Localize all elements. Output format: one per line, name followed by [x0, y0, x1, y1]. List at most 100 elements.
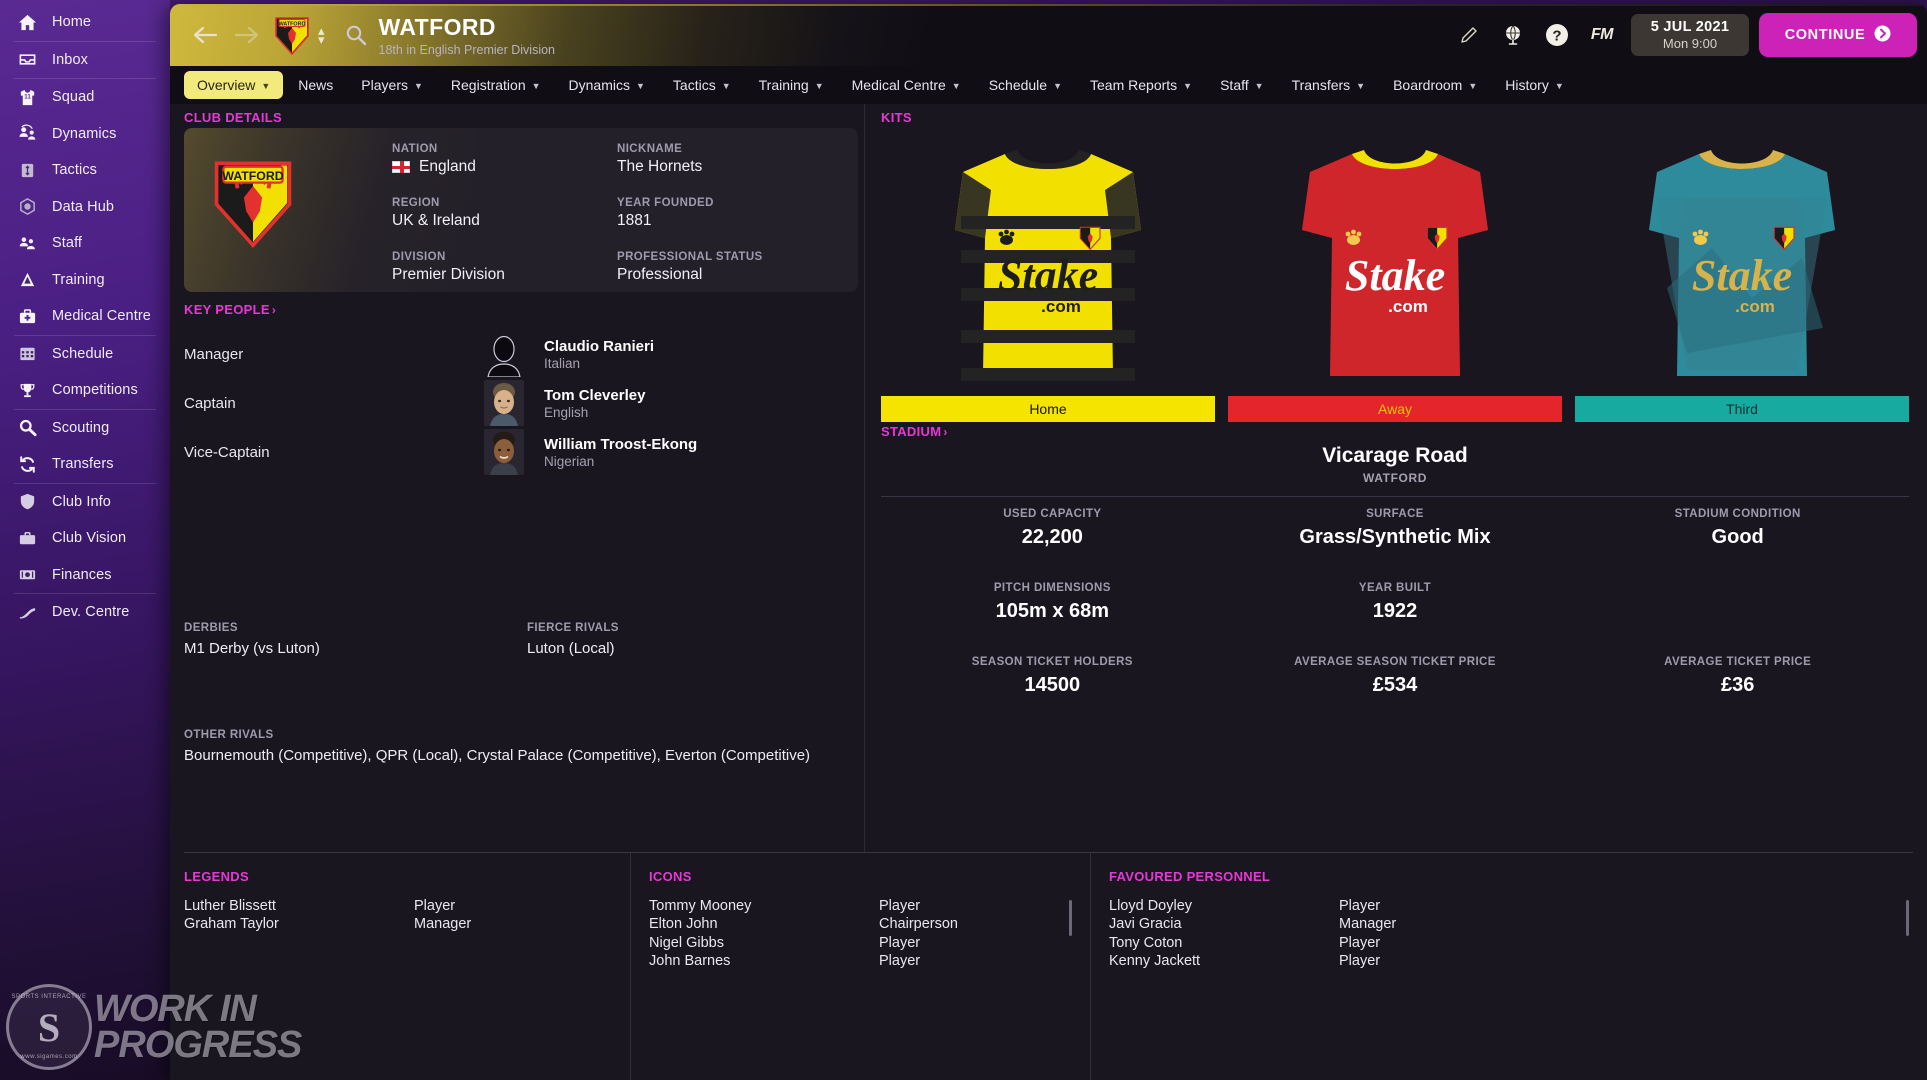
sidebar-item-staff[interactable]: Staff — [0, 225, 170, 262]
tab-label: Schedule — [988, 77, 1048, 93]
tab-tactics[interactable]: Tactics ▼ — [660, 71, 744, 99]
list-item[interactable]: Lloyd Doyley Player — [1109, 897, 1927, 915]
stadium-stat-label: AVERAGE SEASON TICKET PRICE — [1294, 656, 1496, 668]
panel-heading: LEGENDS — [184, 869, 249, 884]
inbox-icon — [14, 49, 40, 71]
tab-registration[interactable]: Registration ▼ — [438, 71, 554, 99]
game-date-pill[interactable]: 5 JUL 2021 Mon 9:00 — [1631, 14, 1749, 56]
sidebar-item-transfers[interactable]: Transfers — [0, 446, 170, 483]
key-person-role: Captain — [184, 394, 236, 412]
fm-logo[interactable]: FM — [1579, 26, 1625, 44]
sidebar-item-label: Transfers — [52, 456, 114, 473]
kit-label[interactable]: Third — [1575, 396, 1909, 422]
tab-transfers[interactable]: Transfers ▼ — [1279, 71, 1379, 99]
forward-arrow-icon[interactable] — [226, 14, 268, 56]
sidebar: Home Inbox 11 Squad Dynamics Tactics Data Hub S… — [0, 0, 170, 1080]
globe-icon[interactable] — [1491, 13, 1535, 57]
tab-label: History — [1505, 77, 1549, 93]
detail-value: UK & Ireland — [392, 212, 617, 230]
key-people-heading[interactable]: KEY PEOPLE › — [184, 302, 276, 317]
sidebar-item-schedule[interactable]: Schedule — [0, 336, 170, 373]
tab-team-reports[interactable]: Team Reports ▼ — [1077, 71, 1205, 99]
detail-field: REGION UK & Ireland — [392, 197, 617, 230]
key-person-row[interactable]: Vice-Captain William Troost-Ekong Nigerian — [184, 428, 858, 476]
list-item[interactable]: Kenny Jackett Player — [1109, 952, 1927, 970]
banknote-icon — [14, 564, 40, 586]
tab-label: News — [298, 77, 334, 93]
kit-away[interactable]: Stake .com Away — [1228, 138, 1562, 422]
stadium-stat-label: YEAR BUILT — [1358, 582, 1432, 594]
tab-label: Staff — [1220, 77, 1249, 93]
detail-label: YEAR FOUNDED — [617, 197, 714, 209]
tab-training[interactable]: Training ▼ — [746, 71, 837, 99]
search-icon[interactable] — [345, 24, 367, 46]
panel-scrollbar[interactable] — [1069, 900, 1072, 936]
sidebar-item-inbox[interactable]: Inbox — [0, 42, 170, 79]
key-person-name[interactable]: Claudio Ranieri — [544, 338, 654, 355]
tab-dynamics[interactable]: Dynamics ▼ — [556, 71, 658, 99]
kit-label[interactable]: Home — [881, 396, 1215, 422]
kit-third[interactable]: Stake .com Third — [1575, 138, 1909, 422]
back-arrow-icon[interactable] — [184, 14, 226, 56]
list-item[interactable]: Nigel Gibbs Player — [649, 934, 1090, 952]
sidebar-item-home[interactable]: Home — [0, 4, 170, 41]
home-icon — [14, 11, 40, 33]
tab-boardroom[interactable]: Boardroom ▼ — [1380, 71, 1490, 99]
tab-medical-centre[interactable]: Medical Centre ▼ — [839, 71, 974, 99]
key-person-row[interactable]: Captain Tom Cleverley English — [184, 379, 858, 427]
sidebar-item-dynamics[interactable]: Dynamics — [0, 116, 170, 153]
derbies-label: DERBIES — [184, 622, 238, 634]
sidebar-item-squad[interactable]: 11 Squad — [0, 79, 170, 116]
up-down-chevrons-icon[interactable]: ▴ ▾ — [318, 24, 325, 46]
key-person-name[interactable]: Tom Cleverley — [544, 387, 645, 404]
sidebar-item-finances[interactable]: Finances — [0, 557, 170, 594]
sidebar-item-tactics[interactable]: Tactics — [0, 152, 170, 189]
person-name: Nigel Gibbs — [649, 934, 724, 951]
list-item[interactable]: Graham Taylor Manager — [184, 915, 630, 933]
list-item[interactable]: John Barnes Player — [649, 952, 1090, 970]
pencil-icon[interactable] — [1447, 13, 1491, 57]
kit-label[interactable]: Away — [1228, 396, 1562, 422]
tab-players[interactable]: Players ▼ — [348, 71, 436, 99]
detail-value-text: Premier Division — [392, 266, 505, 283]
sidebar-item-club-vision[interactable]: Club Vision — [0, 520, 170, 557]
sidebar-item-training[interactable]: Training — [0, 262, 170, 299]
sidebar-item-medical-centre[interactable]: Medical Centre — [0, 298, 170, 335]
tab-history[interactable]: History ▼ — [1492, 71, 1576, 99]
continue-button[interactable]: CONTINUE — [1759, 13, 1917, 57]
watford-crest-icon[interactable]: WATFORD — [274, 14, 310, 56]
chevron-down-icon: ▼ — [1183, 81, 1193, 91]
list-item[interactable]: Tommy Mooney Player — [649, 897, 1090, 915]
tab-news[interactable]: News — [285, 71, 346, 99]
person-role: Chairperson — [879, 916, 958, 933]
list-item[interactable]: Luther Blissett Player — [184, 897, 630, 915]
bottom-panels: LEGENDS Luther Blissett Player Graham Taylo… — [170, 853, 1927, 1080]
person-name: Tommy Mooney — [649, 898, 752, 915]
kit-shirt-image: Stake .com — [881, 138, 1215, 388]
key-person-row[interactable]: Manager Claudio Ranieri Italian — [184, 330, 858, 378]
stadium-stat: USED CAPACITY 22,200 — [881, 508, 1224, 549]
list-item[interactable]: Tony Coton Player — [1109, 934, 1927, 952]
kit-home[interactable]: Stake .com Home — [881, 138, 1215, 422]
tab-overview[interactable]: Overview ▼ — [184, 71, 284, 99]
list-item[interactable]: Javi Gracia Manager — [1109, 915, 1927, 933]
sidebar-item-competitions[interactable]: Competitions — [0, 372, 170, 409]
fierce-rivals-block: FIERCE RIVALS Luton (Local) — [527, 622, 619, 657]
sidebar-item-data-hub[interactable]: Data Hub — [0, 189, 170, 226]
key-person-info: Tom Cleverley English — [544, 387, 645, 420]
person-role: Player — [879, 953, 921, 970]
panel-scrollbar[interactable] — [1906, 900, 1909, 936]
list-item[interactable]: Elton John Chairperson — [649, 915, 1090, 933]
stadium-stat: YEAR BUILT 1922 — [1224, 582, 1567, 623]
detail-value: The Hornets — [617, 158, 842, 176]
sidebar-item-scouting[interactable]: Scouting — [0, 410, 170, 447]
key-person-name[interactable]: William Troost-Ekong — [544, 436, 697, 453]
sidebar-item-dev-centre[interactable]: Dev. Centre — [0, 594, 170, 631]
stadium-heading[interactable]: STADIUM › — [881, 424, 948, 439]
main-panel: WATFORD ▴ ▾ WATFORD 18th in English Premi… — [170, 4, 1927, 1080]
tab-staff[interactable]: Staff ▼ — [1207, 71, 1276, 99]
help-icon[interactable]: ? — [1535, 13, 1579, 57]
detail-field: YEAR FOUNDED 1881 — [617, 197, 842, 230]
tab-schedule[interactable]: Schedule ▼ — [976, 71, 1075, 99]
sidebar-item-club-info[interactable]: Club Info — [0, 484, 170, 521]
